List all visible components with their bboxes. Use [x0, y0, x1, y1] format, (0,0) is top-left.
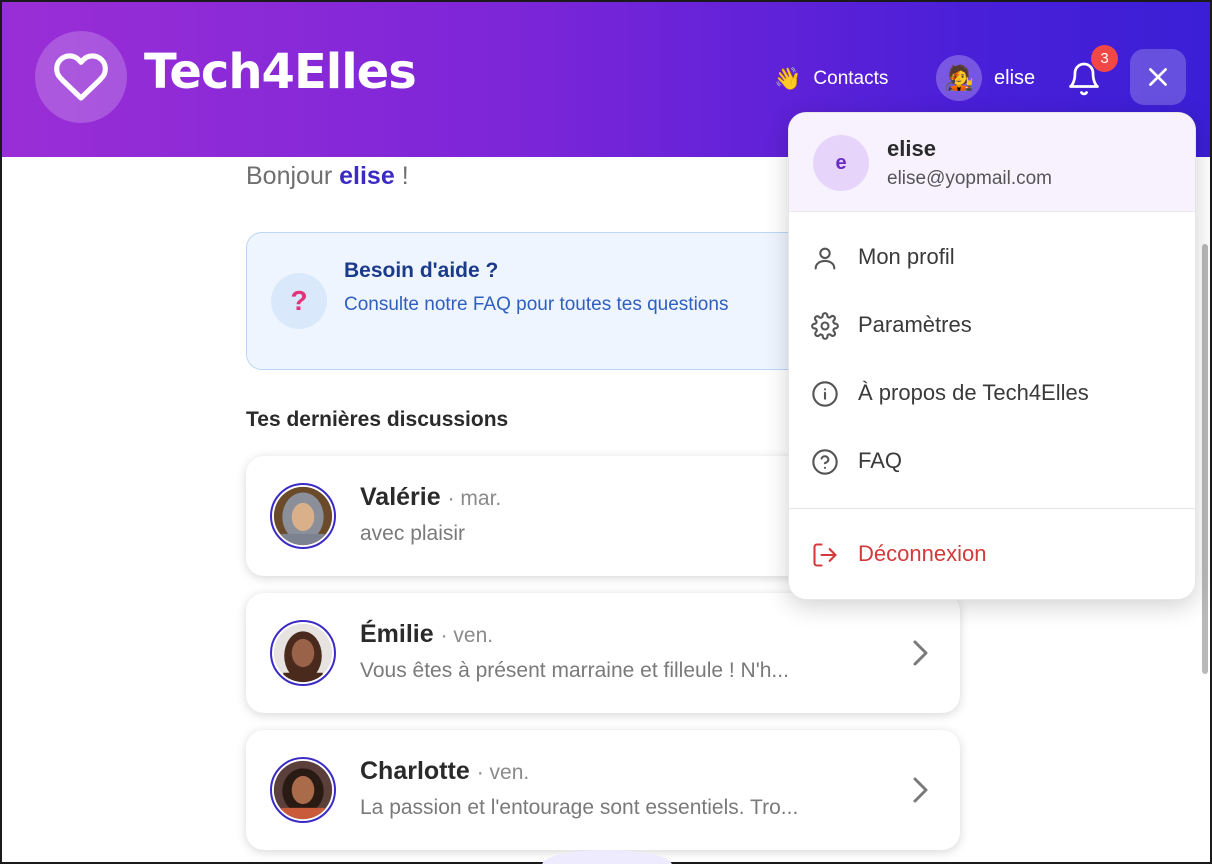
conversation-card[interactable]: Charlotte · ven. La passion et l'entoura…: [246, 730, 960, 850]
conversation-card[interactable]: Émilie · ven. Vous êtes à présent marrai…: [246, 593, 960, 713]
notification-badge: 3: [1091, 45, 1118, 72]
last-message: Vous êtes à présent marraine et filleule…: [360, 659, 789, 682]
greeting-name: elise: [339, 162, 395, 190]
menu-item-label: Paramètres: [858, 312, 972, 337]
user-dropdown-menu: e elise elise@yopmail.com Mon profil Par…: [788, 112, 1196, 600]
avatar: [270, 483, 336, 549]
menu-item-settings[interactable]: Paramètres: [789, 296, 1195, 356]
menu-item-logout[interactable]: Déconnexion: [789, 525, 1195, 585]
user-icon: [814, 247, 836, 270]
menu-item-about[interactable]: À propos de Tech4Elles: [789, 364, 1195, 424]
message-day: · mar.: [447, 487, 502, 510]
dropdown-profile-header: e elise elise@yopmail.com: [789, 113, 1195, 212]
close-menu-button[interactable]: [1130, 49, 1186, 105]
question-mark-icon: ?: [271, 273, 327, 329]
chevron-right-icon: [913, 640, 928, 666]
menu-item-profile[interactable]: Mon profil: [789, 228, 1195, 288]
chevron-right-icon: [913, 777, 928, 803]
menu-item-label: À propos de Tech4Elles: [858, 380, 1089, 405]
contact-name: Valérie · mar.: [360, 483, 502, 511]
menu-item-faq[interactable]: FAQ: [789, 432, 1195, 492]
message-day: · ven.: [476, 761, 530, 784]
greeting-prefix: Bonjour: [246, 162, 333, 190]
avatar: [270, 620, 336, 686]
help-card[interactable]: ? Besoin d'aide ? Consulte notre FAQ pou…: [246, 232, 806, 370]
last-message: La passion et l'entourage sont essentiel…: [360, 796, 799, 819]
user-menu-button[interactable]: 🧑‍🎤 elise: [936, 54, 1035, 102]
section-title: Tes dernières discussions: [246, 408, 509, 431]
scrollbar[interactable]: [1202, 244, 1208, 674]
heart-icon: [54, 53, 108, 101]
help-text: Consulte notre FAQ pour toutes tes quest…: [344, 294, 729, 315]
message-day: · ven.: [440, 624, 494, 647]
contacts-link[interactable]: 👋 Contacts: [774, 64, 888, 94]
menu-item-label: Mon profil: [858, 244, 955, 269]
logout-icon: [813, 543, 837, 567]
gear-icon: [811, 312, 839, 340]
avatar: e: [813, 135, 869, 191]
waving-hand-icon: 👋: [774, 66, 802, 91]
user-name: elise: [994, 66, 1036, 89]
menu-divider: [789, 508, 1195, 509]
greeting: Bonjour elise !: [246, 162, 409, 191]
contacts-label: Contacts: [813, 68, 889, 89]
avatar: [270, 757, 336, 823]
info-icon: [812, 381, 838, 407]
contact-name: Charlotte · ven.: [360, 757, 530, 785]
question-icon: [812, 449, 838, 475]
dropdown-user-name: elise: [887, 136, 936, 161]
close-icon: [1149, 68, 1167, 86]
logo[interactable]: [35, 31, 127, 123]
dropdown-user-email: elise@yopmail.com: [887, 168, 1053, 189]
avatar: 🧑‍🎤: [936, 55, 982, 101]
menu-item-label: FAQ: [858, 448, 903, 473]
contact-name: Émilie · ven.: [360, 620, 494, 648]
bottom-decoration: [542, 850, 672, 864]
brand-name: Tech4Elles: [144, 44, 417, 100]
greeting-suffix: !: [401, 162, 409, 190]
help-title: Besoin d'aide ?: [344, 259, 499, 282]
logout-label: Déconnexion: [858, 541, 987, 566]
